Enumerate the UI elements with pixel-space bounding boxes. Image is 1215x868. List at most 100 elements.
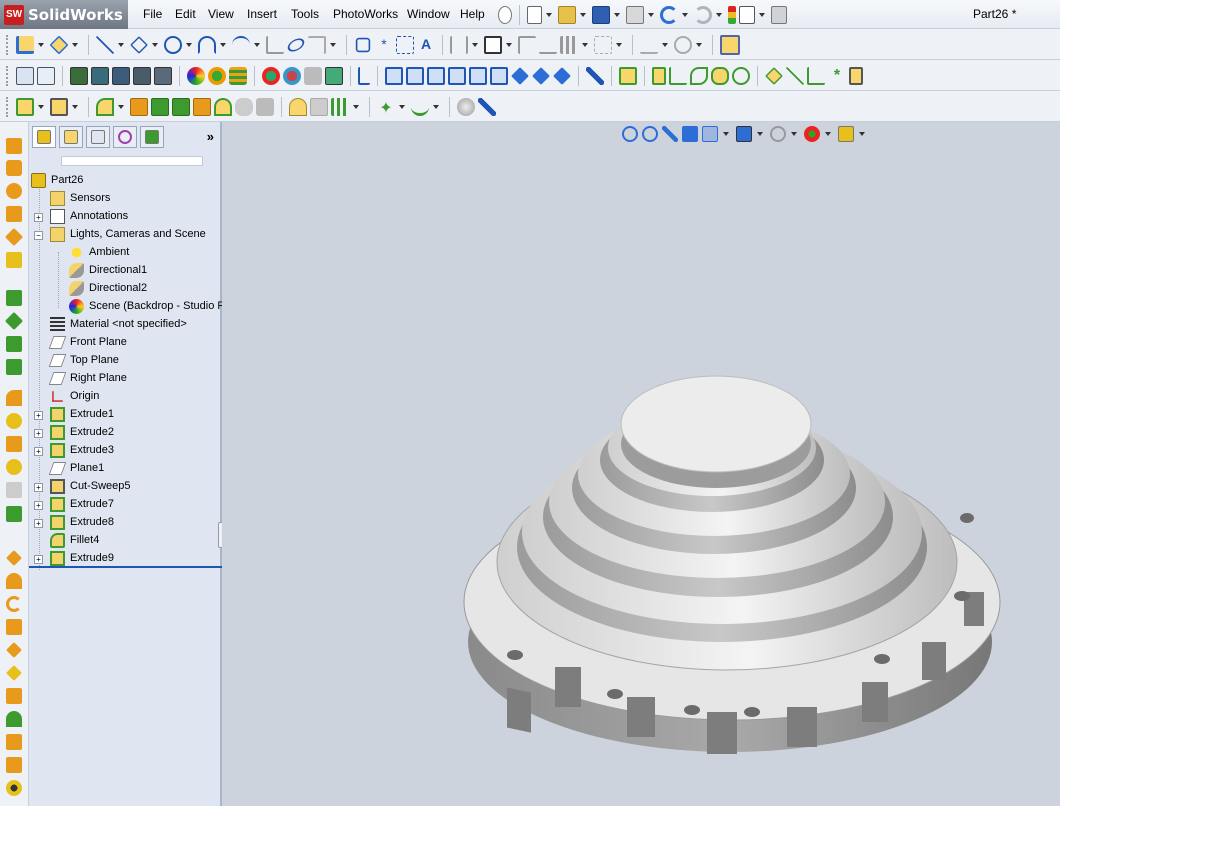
v-flex-icon[interactable] bbox=[6, 573, 22, 589]
sketch-icon[interactable] bbox=[16, 36, 34, 54]
curves-icon[interactable]: ✦ bbox=[377, 98, 395, 117]
tree-item[interactable]: Plane1 bbox=[29, 460, 222, 478]
print-icon[interactable] bbox=[626, 6, 644, 24]
expand-node-button[interactable]: + bbox=[34, 213, 43, 222]
redo-icon[interactable] bbox=[694, 6, 712, 24]
extend-icon[interactable] bbox=[539, 36, 557, 54]
tree-item[interactable]: + Extrude8 bbox=[29, 514, 222, 532]
offset-icon[interactable] bbox=[308, 36, 326, 54]
menu-help[interactable]: Help bbox=[460, 7, 485, 21]
v-mirror-icon[interactable] bbox=[6, 757, 22, 773]
photo-studio-icon[interactable] bbox=[325, 67, 343, 85]
right-view-icon[interactable] bbox=[448, 67, 466, 85]
trimetric-view-icon[interactable] bbox=[532, 67, 550, 85]
tree-item[interactable]: + Extrude2 bbox=[29, 424, 222, 442]
fillet-tool-icon[interactable] bbox=[96, 98, 114, 116]
photo-options-icon[interactable] bbox=[133, 67, 151, 85]
circular-pattern-icon[interactable] bbox=[331, 98, 349, 116]
measure-icon[interactable] bbox=[478, 98, 496, 116]
loft-icon[interactable] bbox=[690, 67, 708, 85]
split-line-icon[interactable] bbox=[411, 98, 429, 116]
pin-icon[interactable] bbox=[498, 6, 512, 24]
materials-icon[interactable] bbox=[283, 67, 301, 85]
new-document-icon[interactable] bbox=[527, 6, 542, 24]
photo-icon[interactable] bbox=[70, 67, 88, 85]
v-freeform-icon[interactable] bbox=[6, 619, 22, 635]
tree-item[interactable]: Origin bbox=[29, 388, 222, 406]
centerline-icon[interactable] bbox=[266, 36, 284, 54]
circle-icon[interactable] bbox=[164, 36, 182, 54]
v-draft-icon[interactable] bbox=[6, 482, 22, 498]
instant-3d-icon[interactable] bbox=[720, 35, 740, 55]
point-icon[interactable]: * bbox=[375, 36, 393, 54]
wrap-icon-disabled[interactable] bbox=[235, 98, 253, 116]
expand-node-button[interactable]: + bbox=[34, 555, 43, 564]
v-chamfer-icon[interactable] bbox=[6, 413, 22, 429]
decal-icon[interactable] bbox=[208, 67, 226, 85]
menu-photoworks[interactable]: PhotoWorks bbox=[333, 7, 398, 21]
menu-window[interactable]: Window bbox=[407, 7, 450, 21]
v-rib-icon[interactable] bbox=[6, 436, 22, 452]
left-view-icon[interactable] bbox=[427, 67, 445, 85]
menu-insert[interactable]: Insert bbox=[247, 7, 277, 21]
v-sweep-icon[interactable] bbox=[6, 183, 22, 199]
reference-geometry-icon[interactable] bbox=[765, 67, 783, 85]
v-delete-body-icon[interactable] bbox=[6, 780, 22, 796]
tree-item[interactable]: Top Plane bbox=[29, 352, 222, 370]
dimetric-view-icon[interactable] bbox=[553, 67, 571, 85]
tree-item[interactable]: Directional1 bbox=[29, 262, 222, 280]
tree-item[interactable]: + Cut-Sweep5 bbox=[29, 478, 222, 496]
image-icon[interactable] bbox=[771, 6, 787, 24]
front-view-icon[interactable] bbox=[385, 67, 403, 85]
v-wrap-icon[interactable] bbox=[6, 550, 22, 566]
tab-property-manager[interactable] bbox=[59, 126, 83, 148]
relations-icon[interactable] bbox=[640, 36, 658, 54]
expand-node-button[interactable]: + bbox=[34, 411, 43, 420]
ellipse-icon[interactable] bbox=[285, 35, 307, 55]
v-indent-icon[interactable] bbox=[6, 596, 22, 612]
menu-file[interactable]: File bbox=[143, 7, 162, 21]
top-view-icon[interactable] bbox=[469, 67, 487, 85]
convert-entities-icon[interactable] bbox=[484, 36, 502, 54]
tree-item[interactable]: + Annotations bbox=[29, 208, 222, 226]
graphics-area[interactable] bbox=[222, 122, 1060, 806]
features-icon[interactable] bbox=[619, 67, 637, 85]
rib-icon[interactable] bbox=[151, 98, 169, 116]
sweep-icon[interactable] bbox=[669, 67, 687, 85]
deform-icon-disabled[interactable] bbox=[256, 98, 274, 116]
tab-configuration-manager[interactable] bbox=[86, 126, 110, 148]
lights-icon[interactable] bbox=[262, 67, 280, 85]
hole-wizard-icon[interactable] bbox=[289, 98, 307, 116]
rebuild-traffic-light-icon[interactable] bbox=[728, 6, 736, 24]
v-boundary-icon[interactable] bbox=[4, 227, 24, 247]
tab-dimxpert-manager[interactable] bbox=[113, 126, 137, 148]
tree-item[interactable]: + Extrude7 bbox=[29, 496, 222, 514]
back-view-icon[interactable] bbox=[406, 67, 424, 85]
tree-filter-input[interactable] bbox=[61, 156, 203, 166]
v-delete-face-icon[interactable] bbox=[6, 665, 22, 681]
mate-reference-icon[interactable] bbox=[849, 67, 863, 85]
mirror-icon[interactable] bbox=[450, 36, 468, 54]
render-window-icon[interactable] bbox=[37, 67, 55, 85]
v-intersect-icon[interactable] bbox=[6, 734, 22, 750]
view-orientation-icon[interactable] bbox=[358, 67, 370, 85]
tree-item[interactable]: + Extrude1 bbox=[29, 406, 222, 424]
bottom-view-icon[interactable] bbox=[490, 67, 508, 85]
options-list-icon[interactable] bbox=[739, 6, 755, 24]
smart-dimension-icon[interactable] bbox=[49, 35, 69, 55]
sphere-icon-disabled[interactable] bbox=[457, 98, 475, 116]
3d-model[interactable] bbox=[222, 122, 1060, 806]
photo-settings-icon[interactable] bbox=[91, 67, 109, 85]
extrude-boss-icon[interactable] bbox=[16, 98, 34, 116]
expand-node-button[interactable]: + bbox=[34, 429, 43, 438]
coordinate-system-icon[interactable] bbox=[807, 67, 825, 85]
photo-export-icon[interactable] bbox=[112, 67, 130, 85]
open-folder-icon[interactable] bbox=[558, 6, 576, 24]
photo-folder-icon[interactable] bbox=[154, 67, 172, 85]
menu-tools[interactable]: Tools bbox=[291, 7, 319, 21]
expand-node-button[interactable]: + bbox=[34, 447, 43, 456]
normal-to-icon[interactable] bbox=[586, 67, 604, 85]
v-cut-extrude-icon[interactable] bbox=[6, 290, 22, 306]
tab-feature-manager[interactable] bbox=[32, 126, 56, 148]
tree-item[interactable]: Right Plane bbox=[29, 370, 222, 388]
